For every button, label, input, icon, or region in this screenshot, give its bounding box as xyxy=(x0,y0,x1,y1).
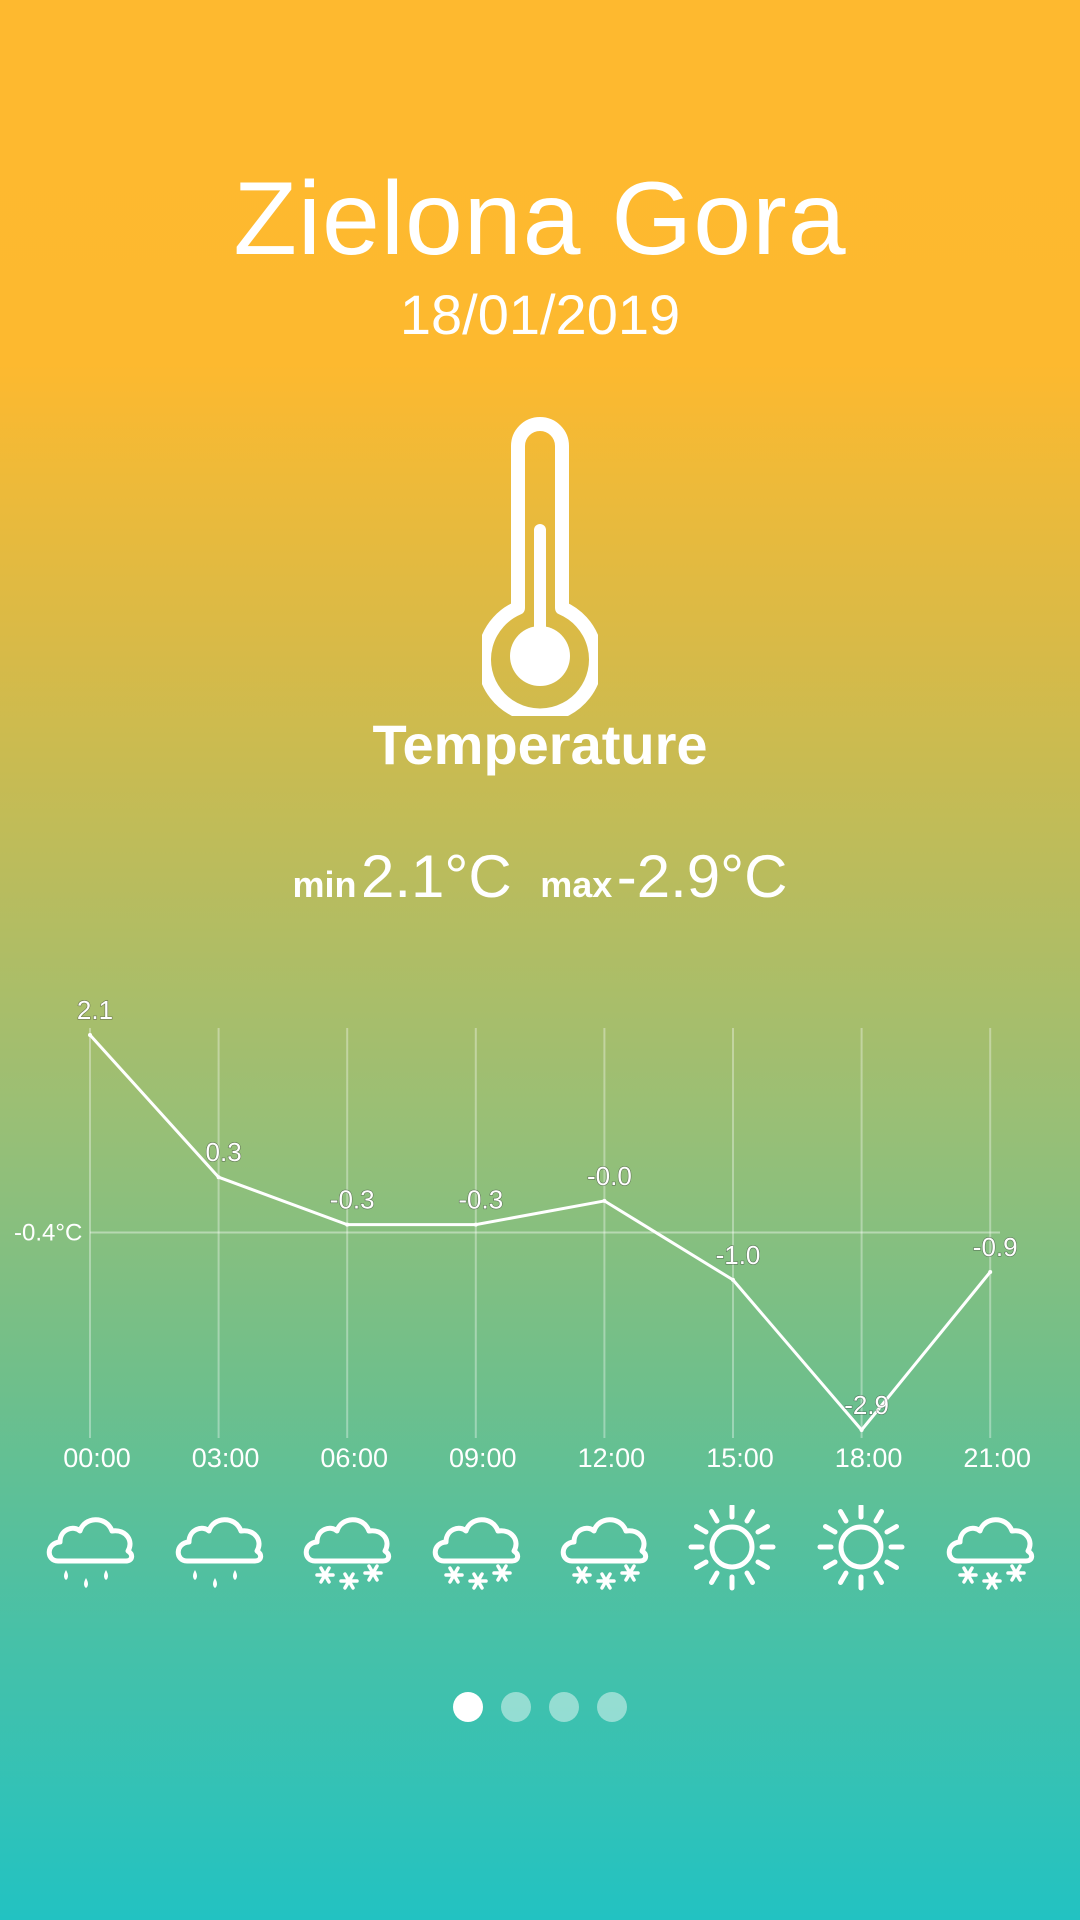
min-value: 2.1°C xyxy=(361,843,512,910)
data-label: -2.9 xyxy=(844,1390,889,1420)
x-tick-label: 06:00 xyxy=(320,1443,388,1473)
sun-icon xyxy=(688,1505,776,1591)
city-name: Zielona Gora xyxy=(233,161,847,277)
max-label: max xyxy=(540,864,613,905)
data-label: -0.3 xyxy=(458,1185,503,1215)
snow-icon xyxy=(303,1517,392,1590)
data-label: -0.0 xyxy=(587,1161,632,1191)
data-point xyxy=(859,1428,864,1432)
metric-label: Temperature xyxy=(372,713,708,776)
data-point xyxy=(988,1270,993,1274)
page-dot[interactable] xyxy=(549,1692,579,1722)
data-label: -0.3 xyxy=(330,1185,375,1215)
page-dot[interactable] xyxy=(501,1692,531,1722)
x-tick-label: 12:00 xyxy=(578,1443,646,1473)
x-tick-label: 15:00 xyxy=(706,1443,774,1473)
x-tick-label: 03:00 xyxy=(192,1443,260,1473)
data-label: 2.1 xyxy=(77,995,113,1025)
data-point xyxy=(473,1222,478,1227)
x-tick-label: 18:00 xyxy=(835,1443,903,1473)
forecast-icons-row xyxy=(0,1505,1080,1605)
temperature-chart: -0.4°C 2.1 0.3 -0.3 -0.3 -0.0 -1.0 -2.9 -0.9 00:0… xyxy=(14,994,1031,1473)
data-point xyxy=(345,1222,350,1227)
data-label: -0.9 xyxy=(973,1232,1018,1262)
rain-icon xyxy=(175,1517,263,1588)
max-value: -2.9°C xyxy=(616,843,788,910)
x-tick-label: 00:00 xyxy=(63,1443,131,1473)
page-dot[interactable] xyxy=(453,1692,483,1722)
rain-icon xyxy=(46,1517,135,1588)
page-indicator[interactable] xyxy=(0,1692,1080,1727)
forecast-date: 18/01/2019 xyxy=(399,283,681,346)
sun-icon xyxy=(817,1505,905,1591)
x-tick-label: 21:00 xyxy=(963,1443,1031,1473)
x-tick-label: 09:00 xyxy=(449,1443,517,1473)
reference-line-label: -0.4°C xyxy=(14,1220,82,1247)
min-label: min xyxy=(292,864,357,905)
min-max-summary: min 2.1°C max -2.9°C xyxy=(0,842,1080,911)
snow-icon xyxy=(561,1517,649,1590)
thermometer-icon xyxy=(482,417,598,716)
data-point xyxy=(731,1277,735,1282)
data-point xyxy=(216,1175,221,1180)
snow-icon xyxy=(432,1517,520,1590)
data-point xyxy=(88,1033,92,1037)
page-dot[interactable] xyxy=(597,1692,627,1722)
data-label: 0.3 xyxy=(206,1137,242,1167)
data-label: -1.0 xyxy=(716,1240,761,1270)
snow-icon xyxy=(946,1517,1035,1590)
data-point xyxy=(602,1198,607,1203)
